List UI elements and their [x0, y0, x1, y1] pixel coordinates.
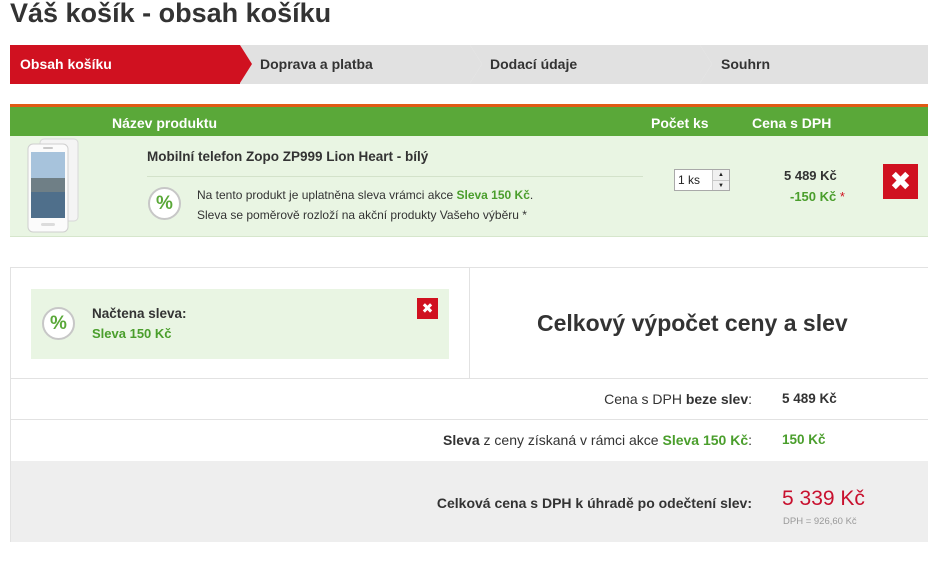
step-label: Souhrn [721, 56, 770, 72]
label-bold: beze slev [685, 391, 749, 407]
label-colon: : [748, 432, 752, 448]
price-summary: % Načtena sleva: Sleva 150 Kč ✖ Celkový … [10, 267, 928, 542]
quantity-value[interactable]: 1 ks [678, 173, 700, 187]
item-discount-value: -150 Kč [790, 189, 837, 204]
cart-table-header: Název produktu Počet ks Cena s DPH [10, 104, 928, 136]
spin-arrows-icon[interactable]: ▲ ▼ [712, 170, 729, 190]
label-text: z ceny získaná v rámci akce [479, 432, 663, 448]
phone-image [27, 138, 79, 233]
price-no-discount-value: 5 489 Kč [782, 391, 837, 406]
step-label: Dodací údaje [490, 56, 578, 72]
remove-item-button[interactable]: ✖ [883, 164, 918, 199]
percent-badge-icon: % [148, 187, 181, 220]
calculation-title: Celkový výpočet ceny a slev [537, 310, 848, 336]
discount-value: 150 Kč [782, 432, 826, 447]
price-no-discount-label: Cena s DPH beze slev: [604, 391, 752, 407]
increment-icon[interactable]: ▲ [713, 170, 729, 180]
divider [11, 419, 928, 420]
voucher-value: Sleva 150 Kč [92, 326, 172, 341]
step-delivery-details[interactable]: Dodací údaje [470, 45, 712, 84]
remove-discount-button[interactable]: ✖ [417, 298, 438, 319]
checkout-steps: Obsah košíku Doprava a platba Dodací úda… [10, 45, 928, 84]
close-icon: ✖ [421, 300, 434, 316]
step-label: Obsah košíku [20, 56, 112, 72]
item-discount: -150 Kč * [790, 189, 845, 204]
step-arrow [470, 45, 482, 83]
page-title: Váš košík - obsah košíku [10, 0, 332, 28]
label-colon: : [748, 391, 752, 407]
step-summary[interactable]: Souhrn [700, 45, 928, 84]
discount-promo-name: Sleva 150 Kč [662, 432, 749, 448]
vat-amount: DPH = 926,60 Kč [783, 516, 857, 527]
product-image[interactable] [26, 138, 90, 234]
discount-text: Na tento produkt je uplatněna sleva vrám… [197, 188, 457, 202]
discount-info-line1: Na tento produkt je uplatněna sleva vrám… [197, 188, 533, 202]
cart-item-row: Mobilní telefon Zopo ZP999 Lion Heart - … [10, 136, 928, 237]
label-text: Cena s DPH [604, 391, 686, 407]
header-product: Název produktu [112, 115, 218, 131]
percent-glyph: % [156, 193, 173, 214]
product-name[interactable]: Mobilní telefon Zopo ZP999 Lion Heart - … [147, 149, 428, 164]
applied-discount-box: % Načtena sleva: Sleva 150 Kč ✖ [31, 289, 449, 359]
percent-glyph: % [50, 313, 67, 334]
total-row: Celková cena s DPH k úhradě po odečtení … [11, 461, 928, 542]
header-price: Cena s DPH [752, 115, 832, 131]
discount-info-line2: Sleva se poměrově rozloží na akční produ… [197, 208, 527, 222]
discount-text-end: . [529, 188, 534, 202]
decrement-icon[interactable]: ▼ [713, 180, 729, 190]
divider [469, 268, 470, 378]
discount-promo-name: Sleva 150 Kč [456, 188, 530, 202]
discount-footnote-mark: * [839, 189, 845, 204]
total-label: Celková cena s DPH k úhradě po odečtení … [436, 495, 752, 511]
header-qty: Počet ks [651, 115, 709, 131]
divider [147, 176, 643, 177]
step-arrow [240, 45, 252, 83]
discount-label: Sleva z ceny získaná v rámci akce Sleva … [443, 432, 752, 448]
step-cart-contents[interactable]: Obsah košíku [10, 45, 252, 84]
step-shipping-payment[interactable]: Doprava a platba [240, 45, 482, 84]
label-bold: Sleva [443, 432, 480, 448]
item-price: 5 489 Kč [784, 168, 837, 183]
step-label: Doprava a platba [260, 56, 373, 72]
step-arrow [700, 45, 712, 83]
close-icon: ✖ [889, 166, 912, 196]
voucher-title: Načtena sleva: [92, 306, 187, 321]
quantity-stepper[interactable]: 1 ks ▲ ▼ [674, 169, 730, 191]
percent-badge-icon: % [42, 307, 75, 340]
divider [11, 378, 928, 379]
total-value: 5 339 Kč [782, 487, 865, 510]
